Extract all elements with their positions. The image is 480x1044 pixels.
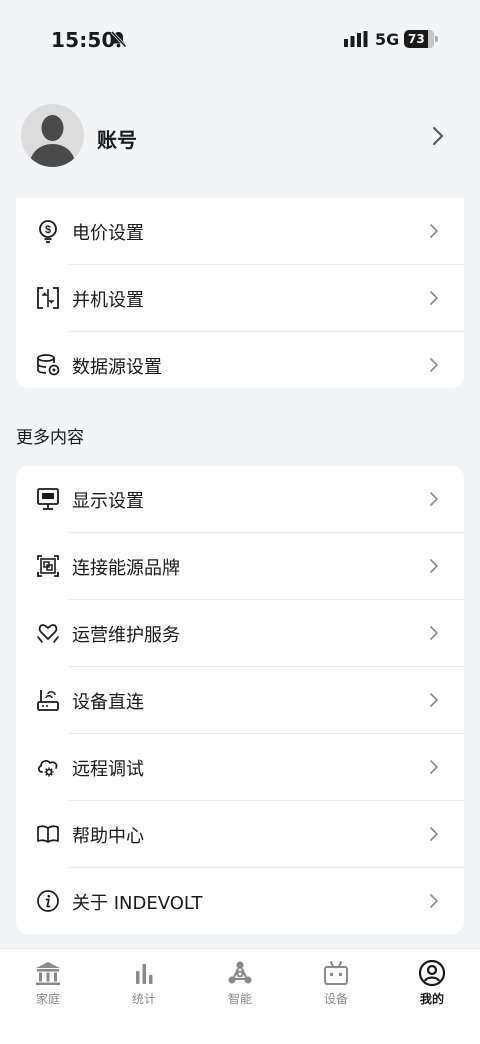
settings-item-parallel[interactable]: 并机设置 [16, 265, 464, 332]
tab-home[interactable]: 家庭 [13, 959, 83, 1009]
stats-icon [136, 964, 153, 984]
settings-card: $ 电价设置 并机设置 数据源设置 [16, 198, 464, 388]
more-item-label: 关于 INDEVOLT [72, 893, 203, 914]
more-card: 显示设置 连接能源品牌 运营维护服务 设备直连 远程调试 帮助中心 关于 IND… [16, 466, 464, 934]
more-item-direct-connect[interactable]: 设备直连 [16, 667, 464, 734]
chevron-right-icon [430, 894, 438, 908]
tab-label: 我的 [419, 992, 444, 1006]
tab-stats[interactable]: 统计 [109, 959, 179, 1009]
chevron-right-icon [430, 827, 438, 841]
more-item-about[interactable]: 关于 INDEVOLT [16, 868, 464, 935]
section-title-more: 更多内容 [16, 428, 84, 448]
network-type: 5G [375, 30, 400, 49]
tab-smart[interactable]: 智能 [205, 959, 275, 1009]
chevron-right-icon [430, 224, 438, 238]
home-icon [36, 962, 60, 985]
brand-connect-icon [37, 555, 59, 577]
account-name: 账号 [97, 128, 137, 152]
more-item-label: 显示设置 [72, 491, 144, 512]
chevron-right-icon [430, 358, 438, 372]
more-item-remote-debug[interactable]: 远程调试 [16, 734, 464, 801]
battery-icon: 73 [404, 30, 438, 48]
chevron-right-icon [430, 291, 438, 305]
database-icon [37, 354, 60, 376]
tab-label: 设备 [323, 992, 348, 1006]
signal-icon [344, 31, 368, 47]
book-icon [37, 825, 59, 843]
info-icon [37, 890, 59, 912]
router-icon [37, 690, 59, 711]
more-item-maintenance[interactable]: 运营维护服务 [16, 600, 464, 667]
more-item-label: 远程调试 [72, 759, 144, 780]
chevron-right-icon [430, 559, 438, 573]
battery-level: 73 [408, 32, 425, 46]
more-item-brand[interactable]: 连接能源品牌 [16, 533, 464, 600]
monitor-icon [37, 488, 59, 510]
bell-muted-icon [110, 30, 127, 48]
profile-icon [418, 959, 446, 987]
status-time: 15:50 [51, 28, 116, 52]
chevron-right-icon [430, 626, 438, 640]
tab-label: 统计 [131, 992, 156, 1006]
more-item-display[interactable]: 显示设置 [16, 466, 464, 533]
settings-item-label: 电价设置 [72, 223, 144, 244]
tab-profile[interactable]: 我的 [397, 959, 467, 1009]
parallel-icon [37, 287, 59, 309]
account-row[interactable]: 账号 [0, 104, 480, 170]
tab-label: 家庭 [35, 992, 60, 1006]
status-bar: 15:50 5G 73 [0, 0, 480, 78]
chevron-right-icon [430, 492, 438, 506]
more-item-label: 帮助中心 [72, 826, 144, 847]
settings-item-datasource[interactable]: 数据源设置 [16, 332, 464, 399]
chevron-right-icon [430, 760, 438, 774]
more-item-label: 运营维护服务 [72, 625, 180, 646]
device-icon [324, 961, 348, 985]
cloud-gear-icon [38, 760, 58, 777]
tab-device[interactable]: 设备 [301, 959, 371, 1009]
chevron-right-icon [430, 693, 438, 707]
tab-label: 智能 [227, 992, 252, 1006]
settings-item-label: 数据源设置 [72, 357, 162, 378]
more-item-help[interactable]: 帮助中心 [16, 801, 464, 868]
settings-item-label: 并机设置 [72, 290, 144, 311]
more-item-label: 设备直连 [72, 692, 144, 713]
price-icon: $ [39, 220, 57, 243]
heart-hands-icon [37, 624, 59, 643]
more-item-label: 连接能源品牌 [72, 558, 180, 579]
settings-item-price[interactable]: $ 电价设置 [16, 198, 464, 265]
svg-text:$: $ [45, 224, 51, 236]
smart-icon [228, 961, 252, 984]
chevron-right-icon [433, 127, 443, 145]
tab-bar: 家庭 统计 智能 设备 我的 [0, 948, 480, 1044]
avatar[interactable] [21, 104, 84, 167]
